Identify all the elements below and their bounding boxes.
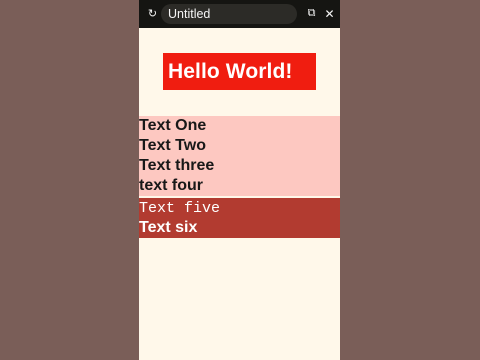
text-row-five: Text five xyxy=(139,198,340,218)
close-icon[interactable]: ✕ xyxy=(321,5,338,22)
text-row-six: Text six xyxy=(139,218,340,238)
title-pill[interactable]: Untitled xyxy=(161,4,297,24)
hello-world-heading: Hello World! xyxy=(163,53,316,90)
text-six: Text six xyxy=(139,219,198,236)
browser-top-bar: ↻ Untitled ⧉ ✕ xyxy=(139,0,340,28)
text-row-four: text four xyxy=(139,176,340,196)
text-five: Text five xyxy=(139,199,221,217)
text-row-three: Text three xyxy=(139,156,340,176)
page-title: Untitled xyxy=(168,7,211,21)
text-one: Text One xyxy=(139,117,207,134)
text-row-two: Text Two xyxy=(139,136,340,156)
hello-world-text: Hello World! xyxy=(168,59,293,83)
reload-icon[interactable]: ↻ xyxy=(144,5,161,22)
text-three: Text three xyxy=(139,157,215,174)
text-row-one: Text One xyxy=(139,116,340,136)
video-frame: ↻ Untitled ⧉ ✕ Hello World! Text One Tex… xyxy=(0,0,480,360)
mobile-app-screen: ↻ Untitled ⧉ ✕ Hello World! Text One Tex… xyxy=(139,0,340,360)
tab-switcher-icon[interactable]: ⧉ xyxy=(303,5,320,22)
text-four: text four xyxy=(139,177,203,194)
text-two: Text Two xyxy=(139,137,206,154)
